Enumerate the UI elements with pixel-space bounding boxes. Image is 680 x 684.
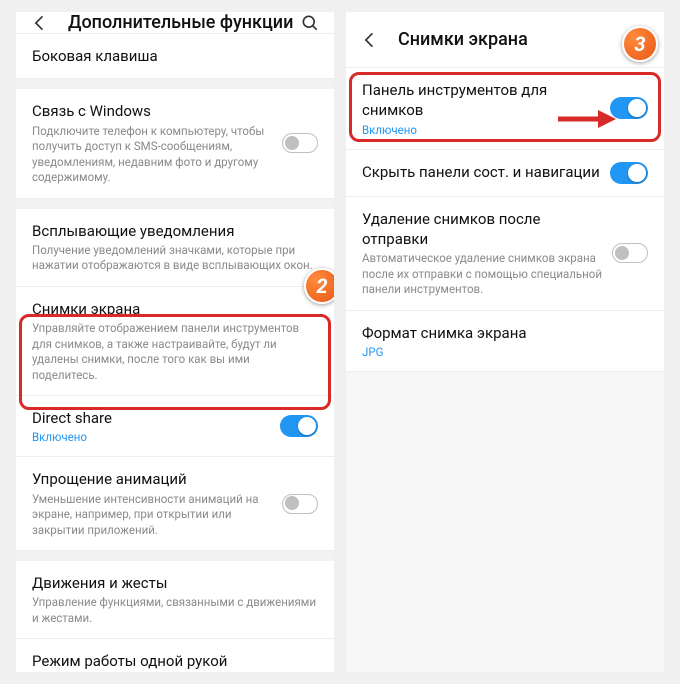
row-one-handed[interactable]: Режим работы одной рукой	[16, 639, 334, 672]
toggle-reduce-animations[interactable]	[282, 494, 318, 514]
header: Снимки экрана	[346, 12, 664, 68]
annotation-badge-3: 3	[622, 26, 658, 62]
annotation-arrow	[556, 108, 616, 130]
row-desc: Подключите телефон к компьютеру, чтобы п…	[32, 124, 272, 186]
toggle-hide-bars[interactable]	[610, 162, 648, 184]
row-title: Direct share	[32, 408, 270, 428]
row-delete-after-share[interactable]: Удаление снимков после отправки Автомати…	[346, 197, 664, 311]
row-title: Всплывающие уведомления	[32, 221, 318, 241]
row-screenshot-format[interactable]: Формат снимка экрана JPG	[346, 311, 664, 372]
toggle-delete-after[interactable]	[612, 243, 648, 263]
row-title: Режим работы одной рукой	[32, 651, 318, 671]
row-title: Скрыть панели сост. и навигации	[362, 162, 600, 182]
page-title: Снимки экрана	[398, 29, 650, 50]
toggle-direct-share[interactable]	[280, 415, 318, 437]
row-desc: Уменьшение интенсивности анимаций на экр…	[32, 492, 272, 539]
back-icon[interactable]	[30, 13, 50, 33]
annotation-badge-2: 2	[304, 268, 334, 304]
row-direct-share[interactable]: Direct share Включено	[16, 396, 334, 457]
row-desc: Управляйте отображением панели инструмен…	[32, 321, 318, 383]
settings-list: Боковая клавиша Связь с Windows Подключи…	[16, 34, 334, 672]
row-title: Удаление снимков после отправки	[362, 209, 602, 250]
search-icon[interactable]	[300, 13, 320, 33]
row-title: Снимки экрана	[32, 299, 318, 319]
row-title: Связь с Windows	[32, 101, 272, 121]
header: Дополнительные функции	[16, 12, 334, 34]
row-title: Формат снимка экрана	[362, 323, 648, 343]
row-desc: Получение уведомлений значками, которые …	[32, 243, 318, 274]
page-title: Дополнительные функции	[68, 12, 300, 33]
row-status: JPG	[362, 345, 648, 359]
phone-right: Снимки экрана Панель инструментов для сн…	[346, 12, 664, 672]
row-hide-bars[interactable]: Скрыть панели сост. и навигации	[346, 150, 664, 197]
row-title: Упрощение анимаций	[32, 469, 272, 489]
row-motions-gestures[interactable]: Движения и жесты Управление функциями, с…	[16, 561, 334, 639]
section-gap	[16, 199, 334, 209]
row-popup-notifications[interactable]: Всплывающие уведомления Получение уведом…	[16, 209, 334, 287]
row-screenshot-toolbar[interactable]: Панель инструментов для снимков Включено	[346, 68, 664, 150]
row-title: Боковая клавиша	[32, 46, 318, 66]
row-status: Включено	[32, 430, 270, 444]
row-windows-link[interactable]: Связь с Windows Подключите телефон к ком…	[16, 89, 334, 198]
row-screenshots[interactable]: Снимки экрана Управляйте отображением па…	[16, 287, 334, 396]
phone-left: Дополнительные функции Боковая клавиша С…	[16, 12, 334, 672]
back-icon[interactable]	[360, 30, 380, 50]
row-desc: Управление функциями, связанными с движе…	[32, 595, 318, 626]
row-desc: Автоматическое удаление снимков экрана п…	[362, 251, 602, 298]
row-title: Движения и жесты	[32, 573, 318, 593]
toggle-windows[interactable]	[282, 133, 318, 153]
row-side-key[interactable]: Боковая клавиша	[16, 34, 334, 79]
row-reduce-animations[interactable]: Упрощение анимаций Уменьшение интенсивно…	[16, 457, 334, 551]
section-gap	[16, 79, 334, 89]
settings-list: Панель инструментов для снимков Включено…	[346, 68, 664, 372]
section-gap	[16, 551, 334, 561]
